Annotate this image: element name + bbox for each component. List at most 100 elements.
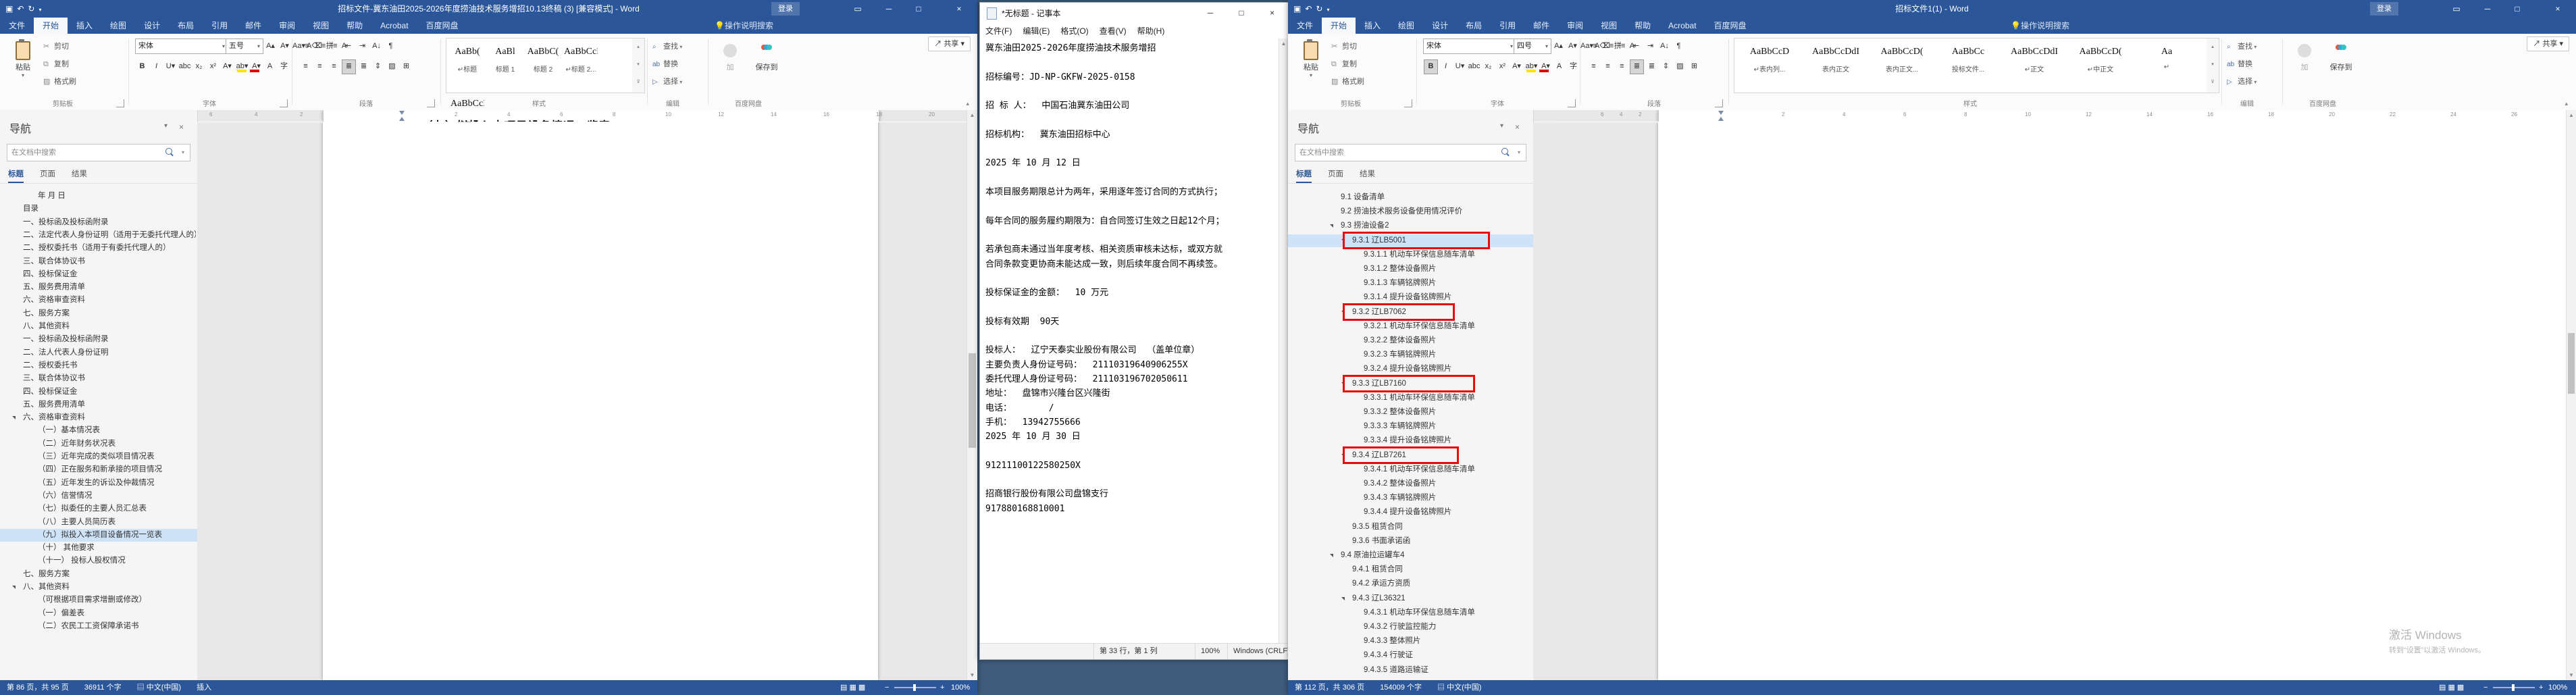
nav-item[interactable]: 9.3.5 租赁合同	[1288, 521, 1533, 534]
scroll-up-icon[interactable]: ▲	[2567, 110, 2576, 120]
nav-item[interactable]: 9.3.1.3 车辆铭牌照片	[1288, 277, 1533, 290]
scroll-down-icon[interactable]: ▼	[2567, 670, 2576, 680]
notepad-menu-编辑(E)[interactable]: 编辑(E)	[1017, 23, 1055, 38]
tab-审阅[interactable]: 审阅	[1558, 18, 1592, 34]
borders-icon[interactable]: ⊞	[400, 59, 413, 73]
share-button[interactable]: ↗ 共享 ▾	[928, 36, 971, 51]
nav-item[interactable]: 9.4.2 承运方资质	[1288, 577, 1533, 590]
clipboard-item-复制[interactable]: ⧉ 复制	[43, 58, 69, 69]
nav-item[interactable]: 9.4 原油拉运罐车4	[1288, 549, 1533, 562]
nav-item[interactable]: 9.3.3.3 车辆铭牌照片	[1288, 420, 1533, 433]
paragraph-dialog-launcher-icon[interactable]	[427, 99, 435, 107]
search-dropdown-icon[interactable]: ▾	[182, 145, 184, 161]
font-size-combo[interactable]: 四号 ▾	[1514, 38, 1551, 54]
distribute-icon[interactable]: ≣	[357, 59, 370, 73]
nav-item[interactable]: 9.3.3.2 整体设备照片	[1288, 406, 1533, 419]
pan-button-保存到[interactable]: 保存到	[750, 37, 783, 98]
align-left-icon[interactable]: ≡	[299, 59, 312, 73]
nav-item[interactable]: 9.3.1 辽LB5001	[1288, 234, 1533, 247]
tab-开始[interactable]: 开始	[1322, 18, 1356, 34]
maximize-button[interactable]: □	[904, 0, 933, 18]
expand-triangle-icon[interactable]	[1341, 382, 1345, 386]
nav-item[interactable]: （五）近年发生的诉讼及仲裁情况	[0, 477, 197, 490]
pan-button-加[interactable]: 加	[2288, 37, 2321, 98]
char-shading-button[interactable]: A	[263, 59, 276, 73]
scroll-down-icon[interactable]: ▼	[967, 670, 977, 680]
decrease-indent-icon[interactable]: ⇤	[1630, 39, 1643, 53]
ruler-indent-top-icon[interactable]	[1718, 111, 1724, 115]
zoom-out-icon[interactable]: −	[885, 680, 889, 695]
font-name-combo[interactable]: 宋体 ▾	[135, 38, 228, 54]
strikethrough-button[interactable]: abc	[178, 59, 191, 73]
notepad-scroll[interactable]: ▲	[1279, 38, 1288, 644]
document-page[interactable]	[323, 122, 878, 680]
nav-item[interactable]: 9.3.2.2 整体设备照片	[1288, 334, 1533, 347]
tab-插入[interactable]: 插入	[1356, 18, 1389, 34]
zoom-level[interactable]: 100%	[2548, 680, 2567, 695]
nav-search-input[interactable]: 在文档中搜索 ▾	[7, 144, 190, 161]
clipboard-item-格式刷[interactable]: ▨ 格式刷	[1331, 76, 1364, 86]
tab-邮件[interactable]: 邮件	[236, 18, 270, 34]
notepad-menu-格式(O)[interactable]: 格式(O)	[1055, 23, 1093, 38]
style-item[interactable]: AaBbCcDdI ↵正文	[2003, 41, 2065, 91]
numbering-icon[interactable]: ⒈≡	[1601, 39, 1614, 53]
font-color-button[interactable]: A▾	[1539, 59, 1551, 73]
font-name-combo[interactable]: 宋体 ▾	[1423, 38, 1516, 54]
nav-item[interactable]: （一）基本情况表	[0, 424, 197, 437]
ribbon-collapse-icon[interactable]: ▴	[2565, 100, 2568, 107]
nav-tab-标题[interactable]: 标题	[8, 168, 24, 184]
nav-item[interactable]: 9.3.4.2 整体设备照片	[1288, 478, 1533, 490]
tab-设计[interactable]: 设计	[1423, 18, 1457, 34]
bullets-icon[interactable]: •≡	[1587, 39, 1600, 53]
increase-indent-icon[interactable]: ⇥	[1644, 39, 1657, 53]
tab-绘图[interactable]: 绘图	[1389, 18, 1423, 34]
nav-item[interactable]: 9.3.4.4 提升设备铭牌照片	[1288, 506, 1533, 519]
vertical-scrollbar[interactable]: ▲ ▼	[967, 110, 977, 680]
edit-item-替换[interactable]: ab 替换	[652, 58, 678, 69]
nav-tab-页面[interactable]: 页面	[40, 168, 55, 179]
multilevel-icon[interactable]: ⁝≡	[328, 39, 340, 53]
italic-button[interactable]: I	[1439, 59, 1452, 73]
paste-button[interactable]: 粘贴 ▾	[1293, 37, 1329, 98]
nav-item[interactable]: 年 月 日	[0, 190, 197, 203]
justify-icon[interactable]: ≣	[1630, 59, 1644, 74]
grow-font-button[interactable]: A▴	[1552, 39, 1565, 53]
clipboard-item-剪切[interactable]: ✂ 剪切	[1331, 41, 1357, 51]
nav-item[interactable]: 六、资格审查资料	[0, 294, 197, 307]
line-spacing-icon[interactable]: ⇕	[371, 59, 384, 73]
status-mode[interactable]: 插入	[190, 680, 218, 695]
italic-button[interactable]: I	[150, 59, 163, 73]
nav-item[interactable]: 四、投标保证金	[0, 268, 197, 281]
font-dialog-launcher-icon[interactable]	[1568, 99, 1576, 107]
nav-item[interactable]: 四、投标保证金	[0, 386, 197, 398]
nav-item[interactable]: 三、联合体协议书	[0, 255, 197, 268]
status-lang[interactable]: ▤ 中文(中国)	[1431, 680, 1488, 695]
edit-item-查找[interactable]: ⌕ 查找 ▾	[652, 41, 682, 51]
tab-帮助[interactable]: 帮助	[338, 18, 371, 34]
expand-triangle-icon[interactable]	[12, 586, 16, 589]
nav-item[interactable]: 9.3 捞油设备2	[1288, 220, 1533, 232]
zoom-in-icon[interactable]: +	[2539, 680, 2543, 695]
nav-item[interactable]: 三、联合体协议书	[0, 372, 197, 385]
nav-item[interactable]: 9.3.3.1 机动车环保信息随车清单	[1288, 392, 1533, 405]
nav-item[interactable]: 9.3.2.4 提升设备铭牌照片	[1288, 363, 1533, 376]
nav-tab-标题[interactable]: 标题	[1296, 168, 1312, 184]
tab-百度网盘[interactable]: 百度网盘	[417, 18, 467, 34]
tab-布局[interactable]: 布局	[1457, 18, 1491, 34]
tab-布局[interactable]: 布局	[169, 18, 203, 34]
share-button[interactable]: ↗ 共享 ▾	[2527, 36, 2569, 51]
ribbon-options-icon[interactable]: ▭	[843, 0, 873, 18]
notepad-minimize-button[interactable]: ─	[1195, 3, 1226, 23]
ruler-indent-bottom-icon[interactable]	[1718, 117, 1724, 121]
shading-icon[interactable]: ▨	[386, 59, 398, 73]
search-dropdown-icon[interactable]: ▾	[1518, 145, 1520, 161]
char-shading-button[interactable]: A	[1553, 59, 1566, 73]
align-center-icon[interactable]: ≡	[313, 59, 326, 73]
ribbon-options-icon[interactable]: ▭	[2442, 0, 2471, 18]
nav-item[interactable]: 9.3.1.1 机动车环保信息随车清单	[1288, 249, 1533, 261]
pilcrow-icon[interactable]: ¶	[1672, 39, 1685, 53]
superscript-button[interactable]: x²	[1496, 59, 1509, 73]
borders-icon[interactable]: ⊞	[1688, 59, 1701, 73]
nav-item[interactable]: 9.3.2.3 车辆铭牌照片	[1288, 349, 1533, 361]
nav-item[interactable]: （十一） 投标人股权情况	[0, 555, 197, 567]
